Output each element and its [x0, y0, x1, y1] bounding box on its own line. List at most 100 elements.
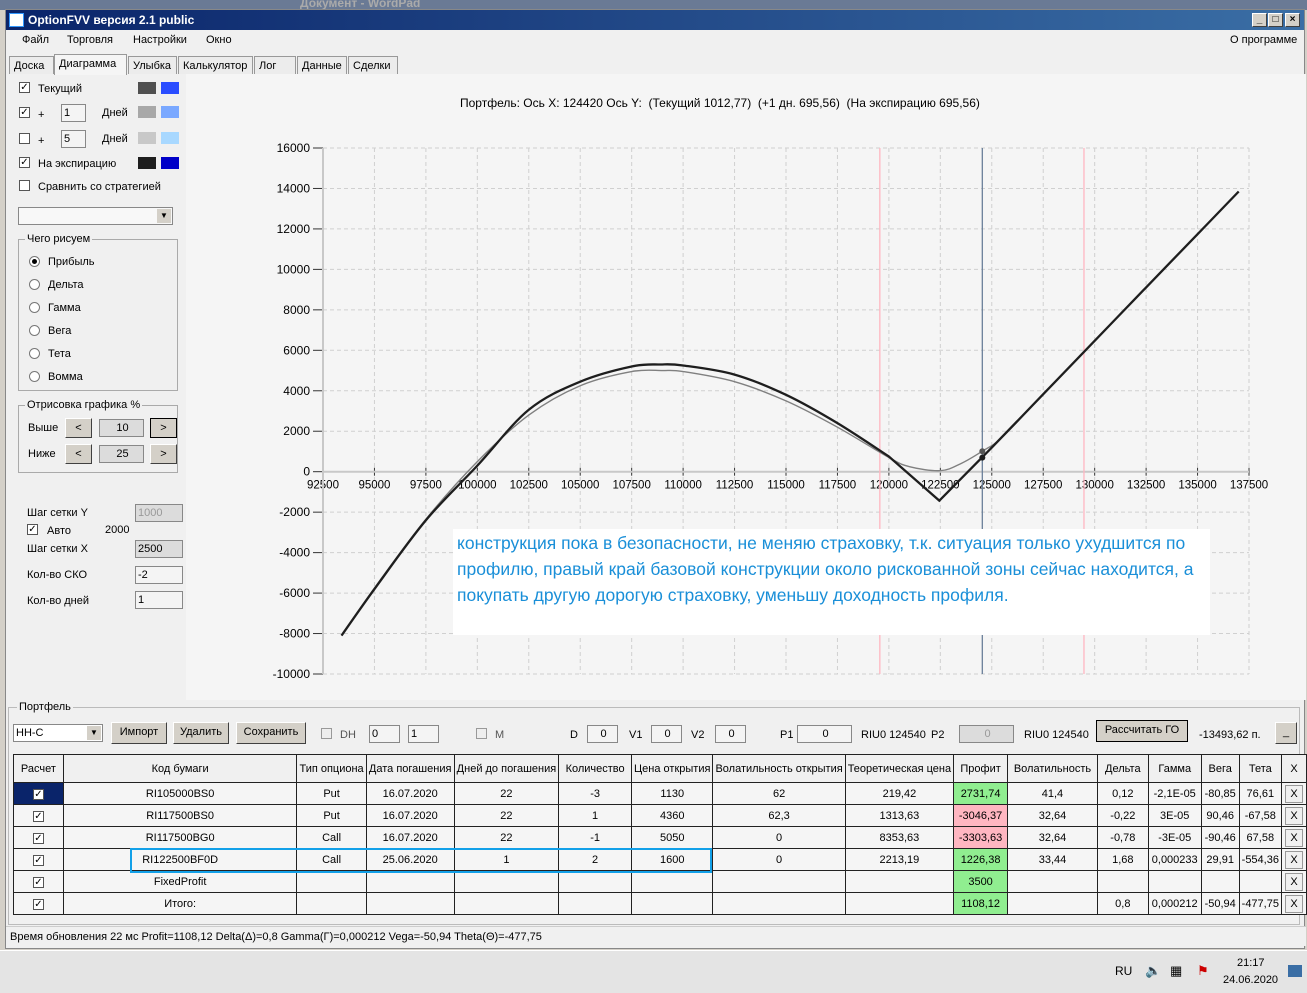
plus5-days-input[interactable]: 5 [61, 130, 86, 148]
calc-checkbox[interactable]: ✓ [32, 810, 44, 822]
close-button[interactable]: × [1285, 13, 1300, 27]
plus5-color-swatch-2[interactable] [161, 132, 179, 144]
auto-checkbox[interactable]: ✓ [27, 524, 38, 535]
column-header[interactable]: Теоретическая цена [844, 754, 955, 783]
import-button[interactable]: Импорт [111, 722, 167, 744]
tab-smile[interactable]: Улыбка [128, 56, 177, 74]
collapse-button[interactable]: _ [1275, 722, 1297, 744]
menu-about[interactable]: О программе [1230, 34, 1297, 46]
p1-input[interactable]: 0 [797, 725, 852, 743]
calc-checkbox[interactable]: ✓ [32, 832, 44, 844]
column-header[interactable]: Расчет [13, 754, 64, 783]
radio-5[interactable] [29, 371, 40, 382]
calc-checkbox-cell[interactable]: ✓ [13, 892, 64, 915]
column-header[interactable]: Дней до погашения [453, 754, 560, 783]
current-checkbox[interactable]: ✓ [19, 82, 30, 93]
calc-checkbox-cell[interactable]: ✓ [13, 826, 64, 849]
calc-checkbox-cell[interactable]: ✓ [13, 870, 64, 893]
grid-y-input[interactable]: 1000 [135, 504, 183, 522]
plus1-color-swatch[interactable] [138, 106, 156, 118]
radio-0[interactable] [29, 256, 40, 267]
column-header[interactable]: Дельта [1096, 754, 1149, 783]
grid-x-input[interactable]: 2500 [135, 540, 183, 558]
expiry-color-swatch-2[interactable] [161, 157, 179, 169]
delete-row-button[interactable]: X [1284, 806, 1303, 825]
tab-diagram[interactable]: Диаграмма [54, 54, 127, 75]
sko-input[interactable]: -2 [135, 566, 183, 584]
column-header[interactable]: Волатильность [1007, 754, 1098, 783]
tab-data[interactable]: Данные [297, 56, 347, 74]
v2-input[interactable]: 0 [715, 725, 746, 743]
delete-row-button[interactable]: X [1284, 784, 1303, 803]
calc-checkbox[interactable]: ✓ [32, 898, 44, 910]
below-increase-button[interactable]: > [150, 444, 177, 464]
menu-trading[interactable]: Торговля [67, 34, 113, 46]
minimize-button[interactable]: _ [1252, 13, 1267, 27]
maximize-button[interactable]: □ [1268, 13, 1283, 27]
table-row[interactable]: ✓ RI122500BF0D Call 25.06.2020 1 2 1600 0 2213,1… [13, 848, 1307, 871]
table-row[interactable]: ✓ RI105000BS0 Put 16.07.2020 22 -3 1130 62 219,4… [13, 782, 1307, 805]
radio-4[interactable] [29, 348, 40, 359]
above-decrease-button[interactable]: < [65, 418, 92, 438]
tab-log[interactable]: Лог [254, 56, 296, 74]
table-row[interactable]: ✓ RI117500BS0 Put 16.07.2020 22 1 4360 62,3 1313… [13, 804, 1307, 827]
calc-checkbox[interactable]: ✓ [32, 876, 44, 888]
plus1-checkbox[interactable]: ✓ [19, 107, 30, 118]
plus5-color-swatch[interactable] [138, 132, 156, 144]
calc-checkbox-cell[interactable]: ✓ [13, 804, 64, 827]
plus1-color-swatch-2[interactable] [161, 106, 179, 118]
current-color-swatch[interactable] [138, 82, 156, 94]
column-header[interactable]: Тета [1238, 754, 1282, 783]
radio-3[interactable] [29, 325, 40, 336]
column-header[interactable]: Цена открытия [631, 754, 714, 783]
current-color-swatch-2[interactable] [161, 82, 179, 94]
p2-input[interactable]: 0 [959, 725, 1014, 743]
v1-input[interactable]: 0 [651, 725, 682, 743]
column-header[interactable]: X [1280, 754, 1307, 783]
plus1-days-input[interactable]: 1 [61, 104, 86, 122]
language-indicator[interactable]: RU [1115, 964, 1132, 978]
tab-calculator[interactable]: Калькулятор [178, 56, 253, 74]
clock-date[interactable]: 24.06.2020 [1223, 974, 1278, 986]
column-header[interactable]: Количество [558, 754, 633, 783]
strategy-select[interactable]: ▼ [18, 207, 173, 225]
menu-window[interactable]: Окно [206, 34, 232, 46]
calc-go-button[interactable]: Рассчитать ГО [1096, 720, 1188, 742]
below-decrease-button[interactable]: < [65, 444, 92, 464]
column-header[interactable]: Тип опциона [296, 754, 367, 783]
menu-file[interactable]: Файл [22, 34, 49, 46]
volume-icon[interactable]: 🔈 [1145, 963, 1161, 979]
column-header[interactable]: Код бумаги [62, 754, 298, 783]
tab-board[interactable]: Доска [9, 56, 54, 74]
compare-checkbox[interactable] [19, 180, 30, 191]
menu-settings[interactable]: Настройки [133, 34, 187, 46]
network-icon[interactable]: ▦ [1170, 963, 1182, 979]
column-header[interactable]: Гамма [1147, 754, 1202, 783]
calc-checkbox[interactable]: ✓ [32, 788, 44, 800]
plus5-checkbox[interactable] [19, 133, 30, 144]
calc-checkbox-cell[interactable]: ✓ [13, 782, 64, 805]
days-count-input[interactable]: 1 [135, 591, 183, 609]
delete-button[interactable]: Удалить [173, 722, 229, 744]
dh-checkbox[interactable] [321, 728, 332, 739]
delete-row-button[interactable]: X [1284, 894, 1303, 913]
save-button[interactable]: Сохранить [236, 722, 306, 744]
flag-icon[interactable]: ⚑ [1197, 963, 1209, 979]
column-header[interactable]: Вега [1200, 754, 1240, 783]
calc-checkbox[interactable]: ✓ [32, 854, 44, 866]
clock-time[interactable]: 21:17 [1237, 957, 1265, 969]
table-row[interactable]: ✓ RI117500BG0 Call 16.07.2020 22 -1 5050 0 8353,… [13, 826, 1307, 849]
table-row[interactable]: ✓ FixedProfit 3500 X [13, 870, 1307, 893]
table-row[interactable]: ✓ Итого: 1108,12 0,8 0,000212 -50,94 -477,75 X [13, 892, 1307, 915]
above-increase-button[interactable]: > [150, 418, 177, 438]
delete-row-button[interactable]: X [1284, 828, 1303, 847]
radio-1[interactable] [29, 279, 40, 290]
column-header[interactable]: Дата погашения [365, 754, 455, 783]
d-input[interactable]: 0 [587, 725, 618, 743]
column-header[interactable]: Волатильность открытия [712, 754, 846, 783]
expiry-checkbox[interactable]: ✓ [19, 157, 30, 168]
chevron-down-icon[interactable]: ▼ [87, 726, 101, 740]
dh-b-stepper[interactable]: 1 [408, 725, 439, 743]
m-checkbox[interactable] [476, 728, 487, 739]
delete-row-button[interactable]: X [1284, 850, 1303, 869]
